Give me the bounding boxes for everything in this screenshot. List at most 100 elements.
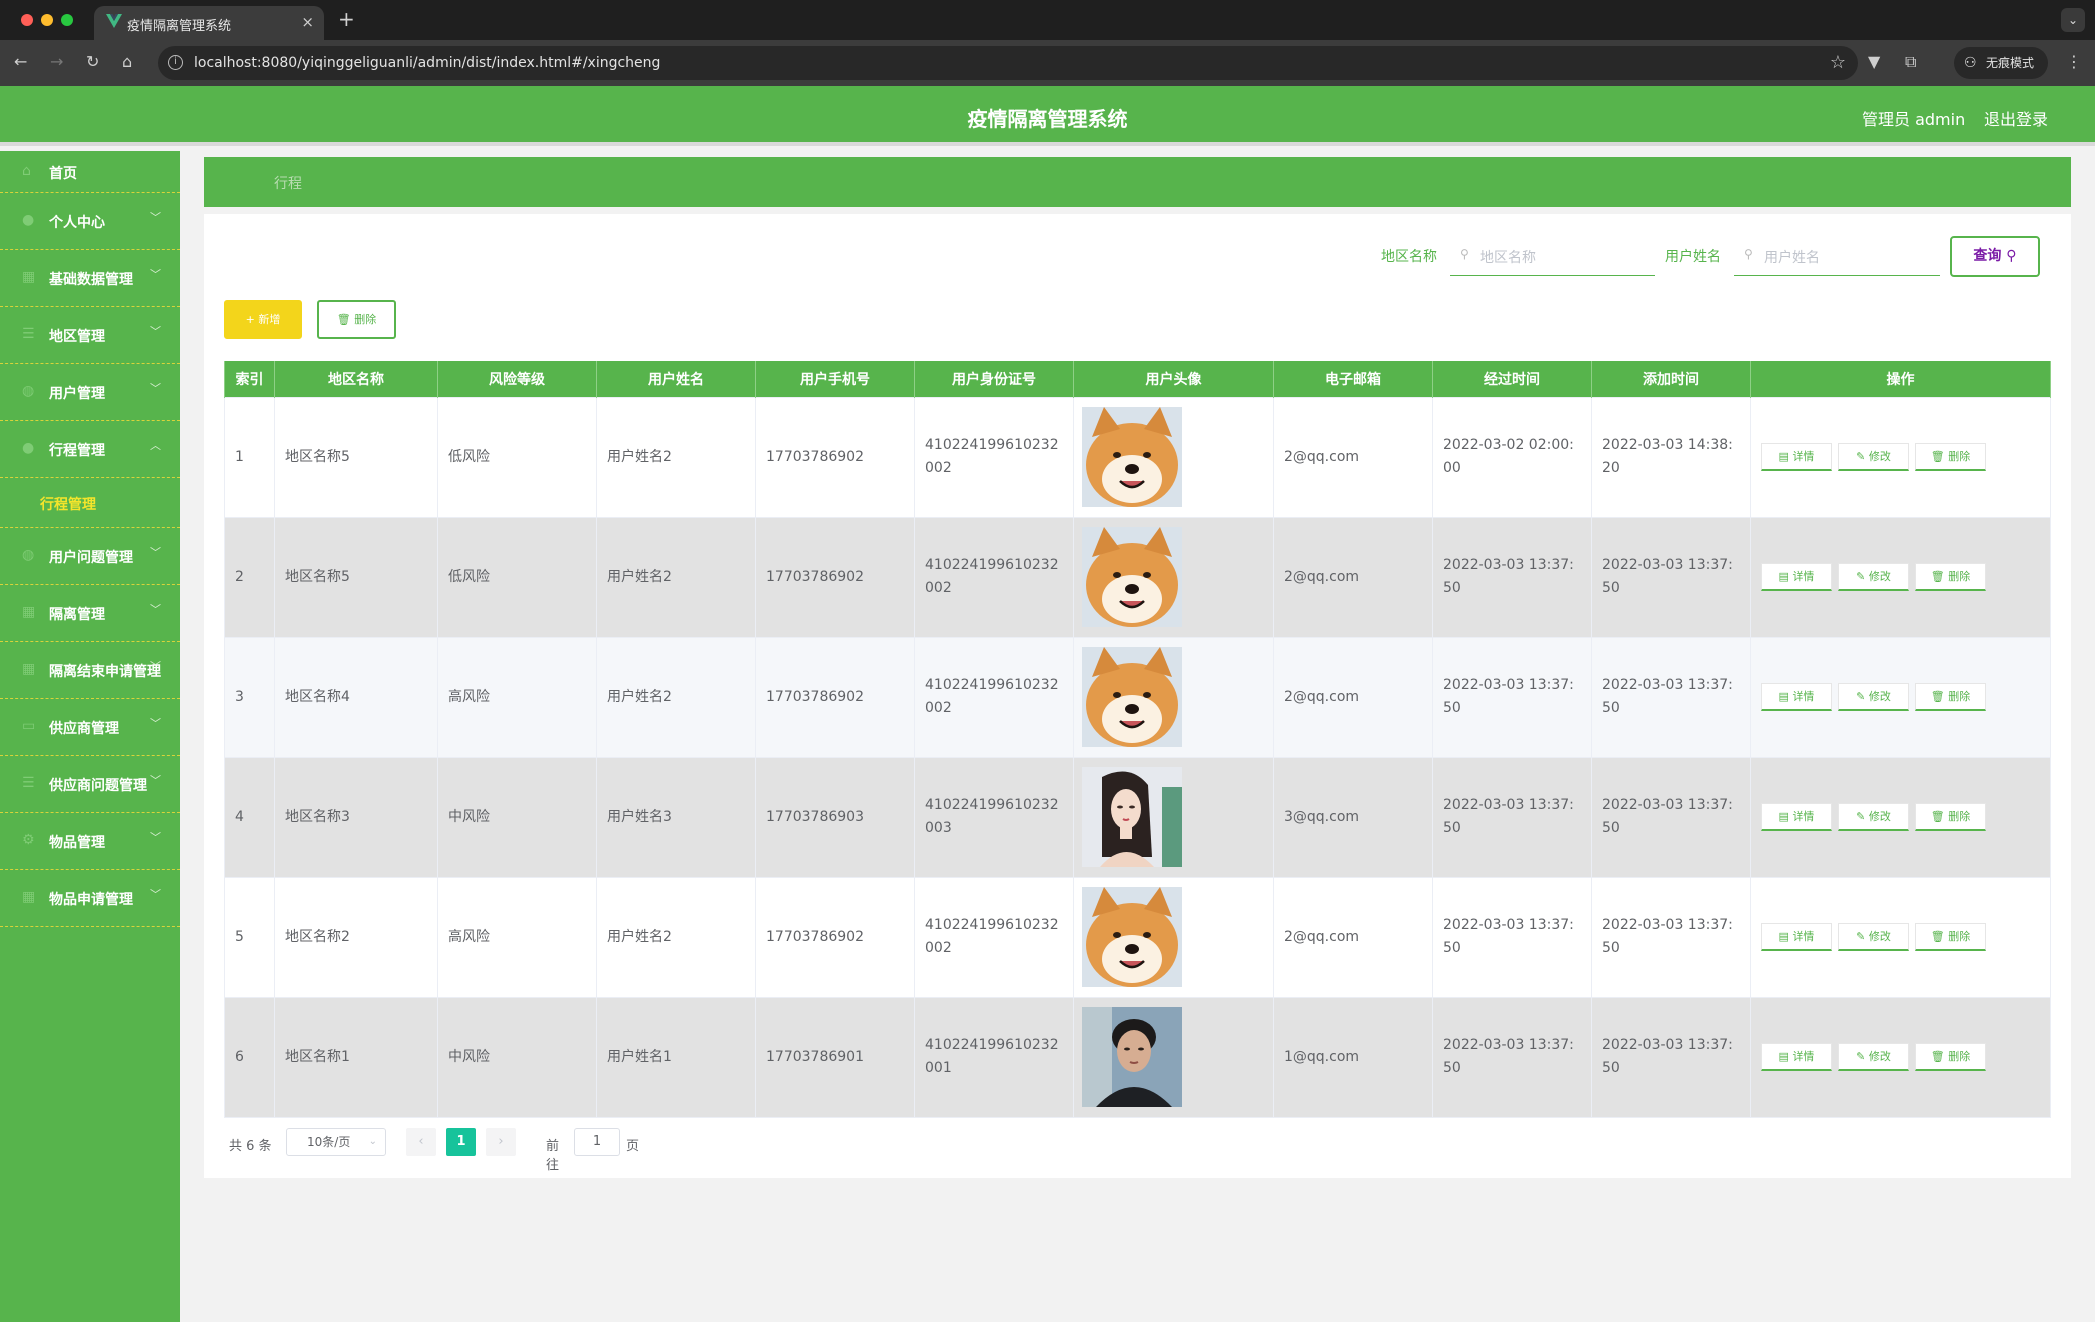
chevron-down-icon: ﹀ [150, 325, 161, 338]
trash-icon: 🗑 [1930, 810, 1949, 823]
edit-button[interactable]: ✎ 修改 [1838, 803, 1909, 831]
reload-icon[interactable]: ↻ [86, 52, 99, 71]
sidebar-item[interactable]: ▦ 隔离管理 ﹀ [0, 585, 180, 642]
phone-cell: 17703786901 [755, 996, 915, 1118]
username-cell: 用户姓名1 [596, 996, 756, 1118]
incognito-badge[interactable]: ⚇ 无痕模式 [1954, 47, 2048, 79]
detail-button-label: 详情 [1792, 1050, 1815, 1063]
home-icon[interactable]: ⌂ [122, 52, 132, 71]
close-window-button[interactable] [21, 14, 33, 26]
risk-level-cell: 高风险 [437, 876, 597, 998]
trash-icon: 🗑 [1930, 1050, 1949, 1063]
extensions-puzzle-icon[interactable]: ⧉ [1905, 52, 1916, 72]
username-search-input[interactable]: ⚲ 用户姓名 [1734, 236, 1940, 276]
page-number-current[interactable]: 1 [446, 1128, 476, 1156]
minimize-window-button[interactable] [41, 14, 53, 26]
logout-link[interactable]: 退出登录 [1984, 106, 2048, 130]
pass-time-cell: 2022-03-03 13:37:50 [1432, 876, 1592, 998]
row-index: 2 [224, 516, 275, 638]
sidebar-item[interactable]: ● 行程管理 ︿ [0, 421, 180, 478]
batch-delete-button[interactable]: 🗑 删除 [317, 300, 396, 339]
edit-button[interactable]: ✎ 修改 [1838, 563, 1909, 591]
username-cell: 用户姓名3 [596, 756, 756, 878]
breadcrumb-current[interactable]: 行程 [274, 173, 302, 193]
delete-button[interactable]: 🗑 删除 [1915, 1043, 1986, 1071]
sidebar-item[interactable]: ☰ 地区管理 ﹀ [0, 307, 180, 364]
sidebar-item[interactable]: ▭ 供应商管理 ﹀ [0, 699, 180, 756]
incognito-label: 无痕模式 [1986, 56, 2035, 70]
sidebar-item[interactable]: ◍ 用户管理 ﹀ [0, 364, 180, 421]
maximize-window-button[interactable] [61, 14, 73, 26]
goto-page-input[interactable]: 1 [574, 1128, 620, 1156]
edit-button[interactable]: ✎ 修改 [1838, 683, 1909, 711]
prev-page-button[interactable]: ‹ [406, 1128, 436, 1156]
pagination-total: 共 6 条 [229, 1139, 272, 1154]
add-button[interactable]: + 新增 [224, 300, 302, 339]
sidebar-item[interactable]: ● 个人中心 ﹀ [0, 193, 180, 250]
document-icon: ▤ [1778, 930, 1793, 943]
phone-cell: 17703786902 [755, 636, 915, 758]
avatar-cell [1073, 636, 1274, 758]
sidebar-item[interactable]: ⌂ 首页 [0, 151, 180, 193]
table-row: 5 地区名称2 高风险 用户姓名2 17703786902 410224199610232… [224, 876, 2051, 998]
detail-button-label: 详情 [1792, 810, 1815, 823]
avatar [1082, 887, 1182, 987]
sidebar-subitem[interactable]: 行程管理 [0, 478, 180, 528]
edit-button[interactable]: ✎ 修改 [1838, 1043, 1909, 1071]
tab-close-icon[interactable]: × [301, 13, 314, 31]
query-button[interactable]: 查询 ⚲ [1950, 236, 2040, 277]
sidebar-item-label: 用户问题管理 [49, 550, 133, 566]
sidebar-item[interactable]: ▦ 物品申请管理 ﹀ [0, 870, 180, 927]
address-bar[interactable]: i localhost:8080/yiqinggeliguanli/admin/… [158, 46, 1858, 80]
tab-search-button[interactable]: ⌄ [2061, 8, 2085, 32]
list-icon: ☰ [22, 775, 35, 791]
sidebar-item[interactable]: ⚙ 物品管理 ﹀ [0, 813, 180, 870]
detail-button[interactable]: ▤ 详情 [1761, 923, 1832, 951]
next-page-button[interactable]: › [486, 1128, 516, 1156]
browser-tab[interactable]: 疫情隔离管理系统 × [94, 6, 324, 40]
delete-button[interactable]: 🗑 删除 [1915, 923, 1986, 951]
detail-button-label: 详情 [1792, 930, 1815, 943]
chevron-down-icon: ﹀ [150, 774, 161, 787]
username-search-label: 用户姓名 [1665, 249, 1721, 265]
edit-button-label: 修改 [1868, 810, 1891, 823]
delete-button[interactable]: 🗑 删除 [1915, 683, 1986, 711]
bookmark-star-icon[interactable]: ☆ [1830, 52, 1846, 73]
detail-button[interactable]: ▤ 详情 [1761, 443, 1832, 471]
add-time-cell: 2022-03-03 13:37:50 [1591, 756, 1751, 878]
back-icon[interactable]: ← [14, 52, 27, 71]
sidebar-item[interactable]: ▦ 基础数据管理 ﹀ [0, 250, 180, 307]
forward-icon[interactable]: → [50, 52, 63, 71]
detail-button[interactable]: ▤ 详情 [1761, 803, 1832, 831]
trash-icon: 🗑 [1930, 930, 1949, 943]
edit-button[interactable]: ✎ 修改 [1838, 443, 1909, 471]
detail-button[interactable]: ▤ 详情 [1761, 683, 1832, 711]
sidebar-item[interactable]: ☰ 供应商问题管理 ﹀ [0, 756, 180, 813]
edit-button[interactable]: ✎ 修改 [1838, 923, 1909, 951]
delete-button-label: 删除 [1948, 1050, 1971, 1063]
pass-time-cell: 2022-03-03 13:37:50 [1432, 996, 1592, 1118]
url-text[interactable]: localhost:8080/yiqinggeliguanli/admin/di… [194, 55, 660, 71]
sidebar-item[interactable]: ◍ 用户问题管理 ﹀ [0, 528, 180, 585]
page-size-select[interactable]: 10条/页 ⌄ [286, 1128, 386, 1156]
delete-button[interactable]: 🗑 删除 [1915, 443, 1986, 471]
detail-button[interactable]: ▤ 详情 [1761, 563, 1832, 591]
avatar-cell [1073, 516, 1274, 638]
site-info-icon[interactable]: i [168, 55, 183, 70]
detail-button[interactable]: ▤ 详情 [1761, 1043, 1832, 1071]
risk-level-cell: 中风险 [437, 756, 597, 878]
delete-button[interactable]: 🗑 删除 [1915, 563, 1986, 591]
region-search-input[interactable]: ⚲ 地区名称 [1450, 236, 1655, 276]
extension-v-icon[interactable]: ▼ [1868, 52, 1880, 71]
search-icon: ⚲ [1460, 247, 1469, 261]
document-icon: ▤ [1778, 570, 1793, 583]
sidebar-item-label: 供应商问题管理 [49, 778, 147, 794]
chevron-up-icon: ︿ [150, 439, 161, 452]
region-search-placeholder: 地区名称 [1480, 250, 1536, 266]
delete-button[interactable]: 🗑 删除 [1915, 803, 1986, 831]
browser-menu-icon[interactable]: ⋮ [2066, 52, 2082, 71]
region-cell: 地区名称5 [274, 396, 438, 518]
pass-time-cell: 2022-03-03 13:37:50 [1432, 756, 1592, 878]
new-tab-button[interactable]: + [338, 7, 355, 31]
sidebar-item[interactable]: ▦ 隔离结束申请管理 ﹀ [0, 642, 180, 699]
